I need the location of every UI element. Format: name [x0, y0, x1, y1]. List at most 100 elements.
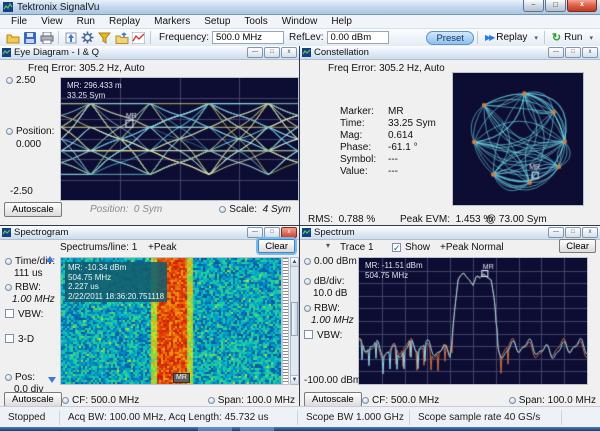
- scroll-down-marker-icon[interactable]: [48, 377, 56, 383]
- eye-plot-area[interactable]: MR: 296.433 m 33.25 Sym: [60, 77, 299, 201]
- spectrogram-restore-button[interactable]: □: [264, 227, 280, 238]
- spectrum-clear-button[interactable]: Clear: [559, 239, 596, 253]
- close-button[interactable]: [567, 0, 597, 12]
- menubar: File View Run Replay Markers Setup Tools…: [0, 15, 600, 29]
- spectrogram-scrollbar[interactable]: ▲ ▼: [290, 257, 299, 385]
- checkbox-icon[interactable]: [5, 334, 14, 343]
- menu-setup[interactable]: Setup: [197, 16, 237, 27]
- run-button[interactable]: Run: [548, 31, 587, 44]
- constellation-plot-canvas[interactable]: [453, 73, 583, 205]
- spectrogram-marker-readout: MR: -10.34 dBm 504.75 MHz 2.227 us 2/22/…: [65, 262, 167, 302]
- eye-close-button[interactable]: x: [281, 47, 297, 58]
- menu-run[interactable]: Run: [70, 16, 102, 27]
- sg-rbw-label: RBW:: [5, 282, 41, 293]
- knob-icon: [62, 397, 69, 404]
- scrollbar-thumb[interactable]: [291, 302, 298, 336]
- knob-icon: [304, 278, 311, 285]
- save-icon[interactable]: [21, 30, 38, 45]
- checkbox-checked-icon[interactable]: [392, 243, 401, 252]
- sg-3d-checkbox[interactable]: 3-D: [5, 334, 34, 345]
- eye-position-label: Position:: [6, 126, 54, 137]
- scrollbar-up-arrow[interactable]: ▲: [291, 258, 298, 267]
- constellation-plot-area[interactable]: [452, 72, 584, 206]
- frequency-input[interactable]: [212, 31, 284, 44]
- spectrogram-mr-marker[interactable]: MR: [173, 373, 190, 383]
- spectrogram-panel-title: Spectrogram: [14, 227, 246, 238]
- menu-tools[interactable]: Tools: [237, 16, 274, 27]
- constellation-marker-info: Marker:MR Time:33.25 Sym Mag:0.614 Phase…: [340, 106, 436, 178]
- scrollbar-down-arrow[interactable]: ▼: [291, 375, 298, 384]
- menu-help[interactable]: Help: [324, 16, 359, 27]
- spectrum-cf: CF: 500.0 MHz: [362, 395, 439, 406]
- window-title: Tektronix SignalVu: [17, 2, 523, 13]
- constellation-close-button[interactable]: x: [582, 47, 598, 58]
- sp-vbw-checkbox[interactable]: VBW:: [304, 330, 342, 341]
- spectrum-panel-titlebar[interactable]: Spectrum — □ x: [300, 226, 600, 240]
- menu-view[interactable]: View: [34, 16, 70, 27]
- sg-vbw-checkbox[interactable]: VBW:: [5, 309, 43, 320]
- run-dropdown-arrow[interactable]: [589, 34, 593, 42]
- spectrum-minimize-button[interactable]: —: [548, 227, 564, 238]
- spectrum-plot-area[interactable]: MR: -11.51 dBm 504.75 MHz: [358, 257, 588, 385]
- eye-ref-level: 2.50: [6, 75, 35, 86]
- export-folder-icon[interactable]: [113, 30, 130, 45]
- filter-icon[interactable]: [96, 30, 113, 45]
- constellation-rms: RMS: 0.788 %: [308, 214, 375, 225]
- eye-restore-button[interactable]: □: [264, 47, 280, 58]
- spectrum-close-button[interactable]: x: [582, 227, 598, 238]
- eye-bottom-position: Position: 0 Sym: [90, 204, 162, 215]
- spectrogram-panel-titlebar[interactable]: Spectrogram — □ x: [0, 226, 299, 240]
- spectrogram-clear-button[interactable]: Clear: [258, 239, 295, 253]
- maximize-button[interactable]: [545, 0, 566, 12]
- spectrum-restore-button[interactable]: □: [565, 227, 581, 238]
- spectrums-per-line: Spectrums/line: 1: [60, 242, 137, 253]
- folder-open-icon[interactable]: [4, 30, 21, 45]
- reflev-label: RefLev:: [289, 32, 323, 43]
- menu-replay[interactable]: Replay: [102, 16, 147, 27]
- eye-panel-titlebar[interactable]: Eye Diagram - I & Q — □ x: [0, 46, 299, 60]
- scroll-up-marker-icon[interactable]: [46, 256, 54, 262]
- replay-icon: [485, 33, 493, 42]
- print-icon[interactable]: [38, 30, 55, 45]
- eye-scale: Scale: 4 Sym: [219, 204, 291, 215]
- knob-icon: [304, 305, 311, 312]
- constellation-restore-button[interactable]: □: [565, 47, 581, 58]
- constellation-panel-title: Constellation: [314, 47, 547, 58]
- checkbox-icon[interactable]: [304, 330, 313, 339]
- sp-rbw-label: RBW:: [304, 303, 340, 314]
- replay-button[interactable]: Replay: [481, 32, 531, 43]
- spectrogram-plot-area[interactable]: MR: -10.34 dBm 504.75 MHz 2.227 us 2/22/…: [60, 257, 282, 385]
- titlebar[interactable]: Tektronix SignalVu: [0, 0, 600, 15]
- constellation-evm-symbol: @ 73.00 Sym: [486, 214, 547, 225]
- eye-minimize-button[interactable]: —: [247, 47, 263, 58]
- toolbar: Frequency: RefLev: Preset Replay Run: [0, 29, 600, 47]
- eye-autoscale-button[interactable]: Autoscale: [4, 202, 62, 217]
- spectrogram-close-button[interactable]: x: [281, 227, 297, 238]
- trace-dropdown-chevron-icon[interactable]: [326, 241, 330, 250]
- settings-gear-icon[interactable]: [79, 30, 96, 45]
- acquire-icon[interactable]: [62, 30, 79, 45]
- checkbox-icon[interactable]: [5, 309, 14, 318]
- trace-selector[interactable]: Trace 1: [340, 242, 374, 253]
- spectrum-marker-readout: MR: -11.51 dBm 504.75 MHz: [365, 261, 423, 280]
- status-scope-bw: Scope BW 1.000 GHz: [298, 410, 410, 425]
- trace-show-checkbox[interactable]: Show: [392, 242, 430, 253]
- preset-button[interactable]: Preset: [426, 31, 473, 45]
- sg-rbw-value: 1.00 MHz: [12, 294, 55, 305]
- spectrogram-autoscale-button[interactable]: Autoscale: [4, 392, 62, 406]
- constellation-panel-titlebar[interactable]: Constellation — □ x: [300, 46, 600, 60]
- menu-file[interactable]: File: [4, 16, 34, 27]
- minimize-button[interactable]: [523, 0, 544, 12]
- status-sample-rate: Scope sample rate 40 GS/s: [410, 410, 562, 425]
- constellation-minimize-button[interactable]: —: [548, 47, 564, 58]
- menu-markers[interactable]: Markers: [147, 16, 197, 27]
- spectrum-autoscale-button[interactable]: Autoscale: [304, 392, 362, 406]
- menu-window[interactable]: Window: [275, 16, 325, 27]
- spectrogram-minimize-button[interactable]: —: [247, 227, 263, 238]
- eye-freq-error: Freq Error: 305.2 Hz, Auto: [28, 63, 145, 74]
- reflev-input[interactable]: [327, 31, 389, 44]
- spectrogram-time-ruler: [282, 257, 289, 385]
- replay-dropdown-arrow[interactable]: [534, 34, 538, 42]
- constellation-freq-error: Freq Error: 305.2 Hz, Auto: [328, 63, 445, 74]
- analysis-chart-icon[interactable]: [130, 30, 147, 45]
